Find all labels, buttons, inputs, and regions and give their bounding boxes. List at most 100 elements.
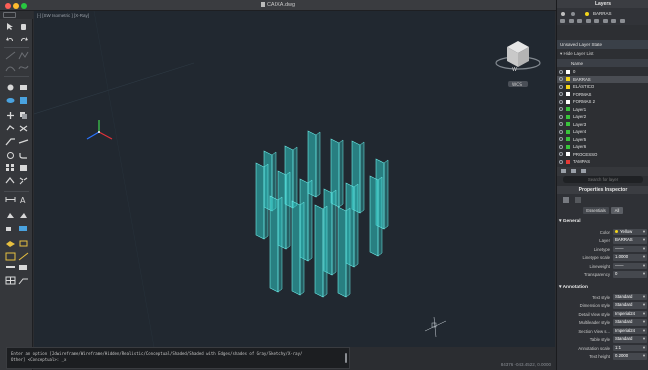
polyline-tool-icon[interactable] <box>18 51 29 60</box>
layer-list-header[interactable]: Name <box>557 59 648 67</box>
layer-color-swatch[interactable] <box>566 84 570 89</box>
palette-toggle-button[interactable] <box>3 12 16 18</box>
layer-row[interactable]: PROCESSO <box>557 151 648 158</box>
eye-icon[interactable] <box>559 69 563 74</box>
command-line[interactable]: Enter an option [2dwireframe/Wireframe/H… <box>6 347 350 369</box>
eye-icon[interactable] <box>559 144 563 149</box>
eye-icon[interactable] <box>559 107 563 111</box>
offset-tool-icon[interactable] <box>5 151 16 160</box>
property-value-field[interactable]: 0.2000 ▾ <box>613 353 647 360</box>
bar-solid[interactable] <box>255 162 265 240</box>
layer-color-swatch[interactable] <box>566 92 570 96</box>
text-tool-icon[interactable]: A <box>18 195 29 204</box>
layer-walk-icon[interactable] <box>619 19 625 23</box>
eye-icon[interactable] <box>559 84 563 89</box>
unisolate-layer-icon[interactable] <box>568 19 574 23</box>
layer-tool-icon[interactable] <box>5 239 16 248</box>
select-tool-icon[interactable] <box>5 22 16 31</box>
fillet-tool-icon[interactable] <box>18 151 29 160</box>
layer-row[interactable]: Layer1 <box>557 106 648 113</box>
delete-layer-icon[interactable] <box>581 169 586 173</box>
layer-color-swatch[interactable] <box>566 129 570 134</box>
pan-tool-icon[interactable] <box>18 22 29 31</box>
layer-match-icon[interactable] <box>611 19 616 23</box>
layer-color-swatch[interactable] <box>566 69 570 74</box>
eye-icon[interactable] <box>559 159 563 164</box>
rotate-tool-icon[interactable] <box>5 124 16 133</box>
property-value-field[interactable]: Standard ▾ <box>613 336 647 343</box>
layer-row[interactable]: TAMPAS <box>557 158 648 165</box>
layer-row[interactable]: 0 <box>557 68 648 75</box>
measure-tool-icon[interactable] <box>5 224 16 233</box>
property-value-field[interactable]: Yellow ▾ <box>613 228 647 235</box>
layer-row[interactable]: Layer5 <box>557 136 648 143</box>
layer-row[interactable]: Layer4 <box>557 128 648 135</box>
viewport-tool-icon[interactable] <box>18 252 29 261</box>
undo-icon[interactable] <box>5 35 16 44</box>
layer-row[interactable]: Layer6 <box>557 143 648 150</box>
property-value-field[interactable]: Standard ▾ <box>613 319 647 326</box>
layer-row[interactable]: Layer2 <box>557 113 648 120</box>
hide-layer-list-toggle[interactable]: ▾ Hide Layer List <box>557 49 648 58</box>
property-value-field[interactable]: BARRAS ▾ <box>613 237 647 244</box>
new-group-icon[interactable] <box>571 169 576 173</box>
unlock-layer-icon[interactable] <box>602 19 608 23</box>
matchprop-tool-icon[interactable] <box>5 263 16 272</box>
name-column-header[interactable]: Name <box>571 61 583 66</box>
property-value-field[interactable]: Imperial24 ▾ <box>613 310 647 317</box>
eye-icon[interactable] <box>559 129 563 134</box>
mirror-tool-icon[interactable] <box>18 124 29 133</box>
layer-row[interactable]: BARRAS <box>557 75 648 83</box>
table-tool-icon[interactable] <box>5 276 16 285</box>
scale-tool-icon[interactable] <box>18 163 29 172</box>
layer-row[interactable]: ELÁSTICO <box>557 83 648 90</box>
layer-color-swatch[interactable] <box>566 152 570 156</box>
layer-search-input[interactable]: Search for layer <box>563 176 643 183</box>
model-space-canvas[interactable]: W WCS <box>34 11 555 347</box>
copy-tool-icon[interactable] <box>18 111 29 120</box>
thaw-layer-icon[interactable] <box>585 19 591 23</box>
property-value-field[interactable]: —— ▾ <box>613 262 647 269</box>
eye-icon[interactable] <box>559 122 563 126</box>
stretch-tool-icon[interactable] <box>5 176 16 185</box>
all-filter-button[interactable]: All <box>611 207 623 214</box>
explode-tool-icon[interactable] <box>18 176 29 185</box>
isolate-layer-icon[interactable] <box>560 19 565 23</box>
annotation-section-header[interactable]: ▾ Annotation <box>559 285 588 290</box>
property-value-field[interactable]: 0 ▾ <box>613 271 647 278</box>
area-tool-icon[interactable] <box>18 224 29 233</box>
bars-model-group[interactable] <box>255 130 389 298</box>
essentials-filter-button[interactable]: Essentials <box>583 207 609 214</box>
quick-select-tab-icon[interactable] <box>575 197 581 203</box>
line-tool-icon[interactable] <box>5 51 16 60</box>
insert-tool-icon[interactable] <box>18 211 29 220</box>
bar-solid[interactable] <box>369 175 379 257</box>
viewcube-icon[interactable]: W WCS <box>495 41 541 88</box>
command-scrollbar[interactable] <box>345 353 347 363</box>
bar-solid[interactable] <box>314 204 324 298</box>
dimension-tool-icon[interactable] <box>5 195 16 204</box>
layer-color-swatch[interactable] <box>566 114 570 119</box>
new-layer-icon[interactable] <box>561 169 566 173</box>
bar-solid[interactable] <box>269 195 279 293</box>
eye-icon[interactable] <box>559 99 563 104</box>
move-tool-icon[interactable] <box>5 111 16 120</box>
property-value-field[interactable]: —— ▾ <box>613 245 647 252</box>
drawing-viewport[interactable]: [-] [SW Isometric ] [X-Ray] W WCS <box>34 11 555 347</box>
layer-color-swatch[interactable] <box>566 144 570 149</box>
eye-icon[interactable] <box>559 114 563 119</box>
eye-icon[interactable] <box>559 137 563 141</box>
command-prompt-line[interactable]: Other] <Conceptual>: _x <box>11 357 345 363</box>
redo-icon[interactable] <box>18 35 29 44</box>
property-value-field[interactable]: Standard ▾ <box>613 293 647 300</box>
bar-solid[interactable] <box>291 200 301 296</box>
circle-tool-icon[interactable] <box>5 83 16 92</box>
array-tool-icon[interactable] <box>5 163 16 172</box>
lock-layer-icon[interactable] <box>594 19 599 23</box>
lock-icon[interactable] <box>571 12 575 16</box>
trim-tool-icon[interactable] <box>5 137 16 146</box>
layer-color-swatch[interactable] <box>566 99 570 104</box>
current-layer-bar[interactable]: BARRAS <box>557 8 648 25</box>
eye-icon[interactable] <box>559 92 563 96</box>
property-value-field[interactable]: Standard ▾ <box>613 302 647 309</box>
